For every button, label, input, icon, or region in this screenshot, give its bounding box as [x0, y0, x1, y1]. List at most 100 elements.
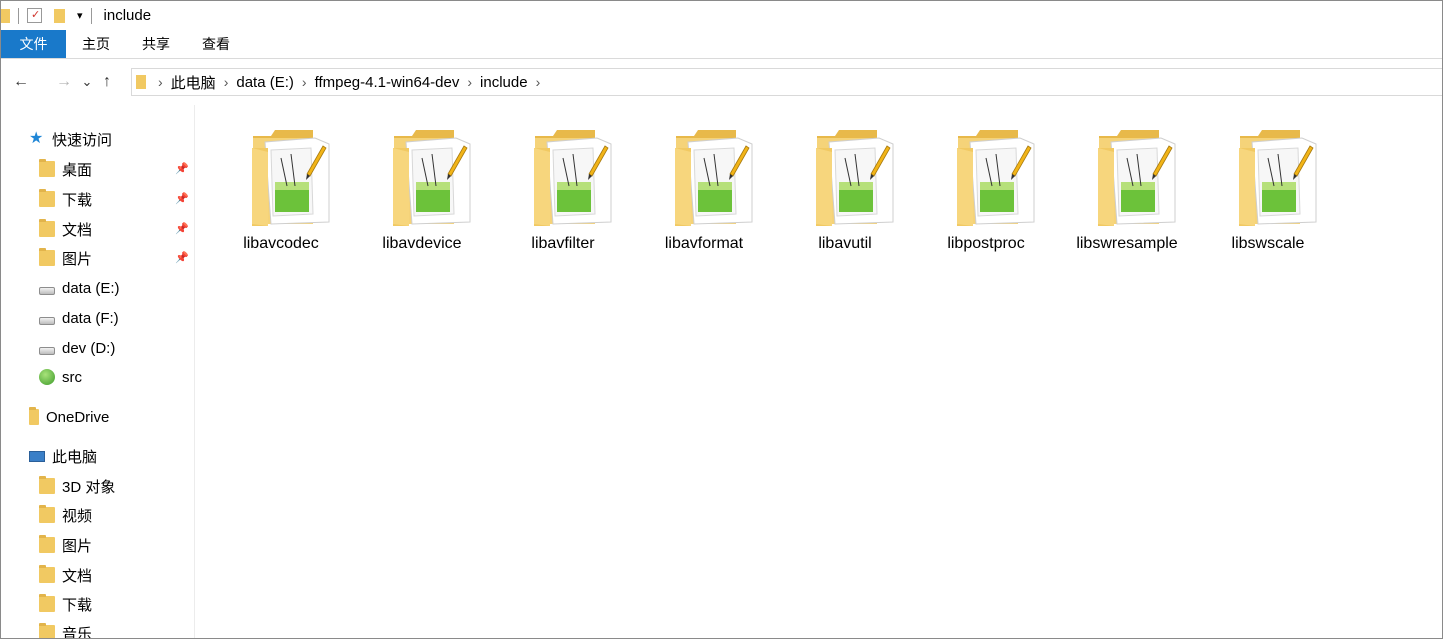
breadcrumb-this-pc[interactable]: 此电脑 [165, 72, 222, 93]
folder-name: libavformat [664, 235, 744, 252]
sidebar-item-documents-pc[interactable]: 文档 [39, 562, 92, 588]
pin-icon[interactable]: 📌 [175, 192, 189, 205]
chevron-right-icon[interactable]: › [222, 74, 231, 90]
toolbar-divider [18, 7, 19, 24]
tab-share[interactable]: 共享 [126, 30, 186, 58]
quick-access-dropdown[interactable]: ▾ [77, 9, 83, 22]
star-icon: ★ [29, 130, 44, 147]
folder-item-libavdevice[interactable]: libavdevice [352, 125, 492, 265]
folder-name: libavutil [818, 235, 872, 252]
drive-icon [39, 317, 55, 325]
folder-item-libpostproc[interactable]: libpostproc [916, 125, 1056, 265]
sidebar-item-3d-objects[interactable]: 3D 对象 [39, 473, 115, 499]
folder-item-libavcodec[interactable]: libavcodec [211, 125, 351, 265]
folder-name: libpostproc [947, 235, 1025, 252]
properties-icon[interactable]: ✓ [27, 8, 42, 23]
navigation-row: ← → ⌄ ↑ › 此电脑 › data (E:) › ffmpeg-4.1-w… [1, 61, 1442, 103]
sidebar-item-videos[interactable]: 视频 [39, 502, 92, 528]
folder-icon [533, 128, 613, 228]
folder-icon [1, 8, 10, 23]
pin-icon[interactable]: 📌 [175, 162, 189, 175]
quick-access-toolbar: ✓ ▾ [1, 1, 100, 30]
address-bar[interactable]: › 此电脑 › data (E:) › ffmpeg-4.1-win64-dev… [131, 68, 1442, 96]
breadcrumb-data-e[interactable]: data (E:) [230, 74, 300, 91]
3d-objects-icon [39, 476, 55, 494]
pictures-folder-icon [39, 248, 55, 266]
sidebar-item-label: 3D 对象 [62, 478, 116, 496]
toolbar-divider [90, 7, 92, 24]
up-button[interactable]: ↑ [95, 67, 119, 97]
breadcrumb-ffmpeg[interactable]: ffmpeg-4.1-win64-dev [309, 74, 466, 91]
chevron-right-icon[interactable]: › [534, 74, 543, 90]
onedrive-folder-icon [29, 407, 39, 425]
sidebar-item-label: 快速访问 [52, 131, 113, 149]
sidebar-item-label: 桌面 [62, 161, 93, 179]
pin-icon[interactable]: 📌 [175, 222, 189, 235]
sidebar-item-label: dev (D:) [62, 339, 116, 357]
sidebar-item-label: 视频 [62, 507, 93, 525]
folder-icon [815, 128, 895, 228]
folder-name: libavfilter [531, 235, 595, 252]
sidebar-item-dev-d[interactable]: dev (D:) [39, 335, 115, 361]
folder-name: libavcodec [243, 235, 319, 252]
sidebar-item-downloads-pc[interactable]: 下载 [39, 591, 92, 617]
pin-icon[interactable]: 📌 [175, 251, 189, 264]
folder-name: libswscale [1231, 235, 1305, 252]
chevron-right-icon[interactable]: › [300, 74, 309, 90]
music-folder-icon [39, 623, 55, 638]
sidebar-item-pictures[interactable]: 图片 [39, 245, 92, 271]
sidebar-item-label: 图片 [62, 537, 93, 555]
pictures-folder-icon [39, 535, 55, 553]
sidebar-item-data-e[interactable]: data (E:) [39, 275, 120, 301]
documents-folder-icon [39, 219, 55, 237]
breadcrumb-include[interactable]: include [474, 74, 534, 91]
folder-name: libavdevice [382, 235, 462, 252]
file-list: libavcodec libavdevice libavfilter libav… [196, 105, 1442, 638]
sidebar-item-label: 下载 [62, 191, 93, 209]
chevron-right-icon[interactable]: › [156, 74, 165, 90]
sidebar-item-music[interactable]: 音乐 [39, 620, 93, 639]
folder-icon [956, 128, 1036, 228]
new-folder-icon[interactable] [54, 8, 65, 23]
folder-icon [392, 128, 472, 228]
desktop-folder-icon [39, 159, 55, 177]
folder-icon [1238, 128, 1318, 228]
sidebar-item-quick-access[interactable]: ★ 快速访问 [29, 126, 112, 152]
sidebar-item-onedrive[interactable]: OneDrive [29, 404, 109, 430]
tab-home[interactable]: 主页 [66, 30, 126, 58]
sidebar-item-label: OneDrive [46, 408, 110, 426]
sidebar-item-label: 图片 [62, 250, 93, 268]
folder-icon [1097, 128, 1177, 228]
sidebar-item-src[interactable]: src [39, 364, 82, 390]
tab-view[interactable]: 查看 [186, 30, 246, 58]
chevron-right-icon[interactable]: › [465, 74, 474, 90]
folder-item-libavfilter[interactable]: libavfilter [493, 125, 633, 265]
title-bar: ✓ ▾ include [1, 1, 1442, 30]
recent-locations-button[interactable]: ⌄ [79, 67, 95, 97]
sidebar-item-data-f[interactable]: data (F:) [39, 305, 119, 331]
sidebar-item-label: data (F:) [62, 309, 119, 327]
folder-item-libavutil[interactable]: libavutil [775, 125, 915, 265]
folder-item-libswscale[interactable]: libswscale [1198, 125, 1338, 265]
sidebar-item-this-pc[interactable]: 此电脑 [29, 443, 97, 469]
downloads-folder-icon [39, 189, 55, 207]
sidebar-item-label: src [62, 368, 82, 386]
forward-button[interactable]: → [49, 67, 79, 97]
videos-folder-icon [39, 505, 55, 523]
ribbon-tabs: 文件 主页 共享 查看 [1, 30, 1442, 59]
folder-item-libswresample[interactable]: libswresample [1057, 125, 1197, 265]
sidebar-item-desktop[interactable]: 桌面 [39, 156, 92, 182]
folder-name: libswresample [1076, 235, 1178, 252]
documents-folder-icon [39, 565, 55, 583]
drive-icon [39, 347, 55, 355]
sidebar-item-downloads[interactable]: 下载 [39, 186, 92, 212]
tab-file[interactable]: 文件 [1, 30, 66, 58]
back-button[interactable]: ← [6, 67, 36, 97]
sidebar-item-label: 音乐 [62, 625, 93, 639]
sidebar-item-pictures-pc[interactable]: 图片 [39, 532, 92, 558]
sidebar-item-label: 下载 [62, 596, 93, 614]
sidebar-item-documents[interactable]: 文档 [39, 216, 92, 242]
sidebar-item-label: 此电脑 [52, 448, 98, 466]
computer-icon [29, 450, 45, 462]
folder-item-libavformat[interactable]: libavformat [634, 125, 774, 265]
